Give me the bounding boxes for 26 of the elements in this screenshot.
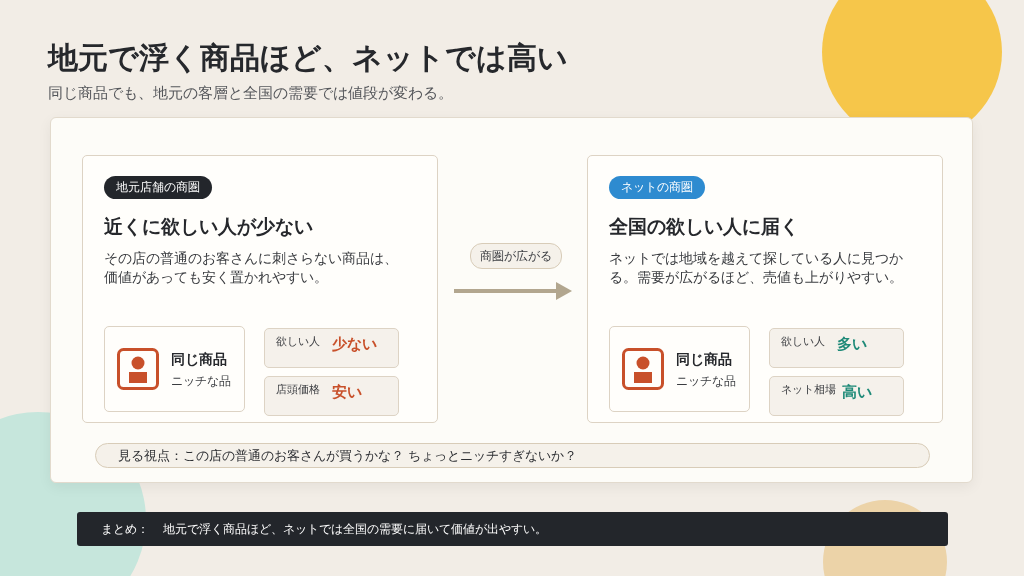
slide-subtitle: 同じ商品でも、地元の客層と全国の需要では値段が変わる。 (48, 84, 453, 103)
metric-value: 少ない (332, 334, 377, 354)
viewpoint-note: 見る視点：この店の普通のお客さんが買うかな？ ちょっとニッチすぎないか？ (95, 443, 930, 468)
slide-title: 地元で浮く商品ほど、ネットでは高い (48, 39, 568, 77)
summary-text: 地元で浮く商品ほど、ネットでは全国の需要に届いて価値が出やすい。 (163, 520, 547, 538)
metric-label: 店頭価格 (276, 382, 321, 398)
connector-label: 商圏が広がる (469, 243, 562, 269)
metric-label: ネット相場 (781, 382, 836, 398)
metric-label: 欲しい人 (781, 334, 826, 350)
product-name: 同じ商品 (676, 350, 732, 369)
person-icon (117, 348, 159, 390)
summary-label: まとめ： (101, 520, 149, 538)
panel-heading: 全国の欲しい人に届く (609, 214, 799, 239)
panel-description: その店の普通のお客さんに刺さらない商品は、価値があっても安く置かれやすい。 (104, 249, 399, 287)
metric-value: 安い (332, 382, 362, 402)
market-tag: ネットの商圏 (609, 176, 705, 199)
product-note: ニッチな品 (171, 373, 231, 389)
metric-label: 欲しい人 (276, 334, 321, 350)
panel-description: ネットでは地域を越えて探している人に見つかる。需要が広がるほど、売値も上がりやすい。 (609, 249, 904, 287)
metric-value: 高い (842, 382, 872, 402)
metric-value: 多い (837, 334, 867, 354)
product-note: ニッチな品 (676, 373, 736, 389)
market-tag: 地元店舗の商圏 (104, 176, 212, 199)
person-icon (622, 348, 664, 390)
product-name: 同じ商品 (171, 350, 227, 369)
panel-heading: 近くに欲しい人が少ない (104, 214, 313, 239)
